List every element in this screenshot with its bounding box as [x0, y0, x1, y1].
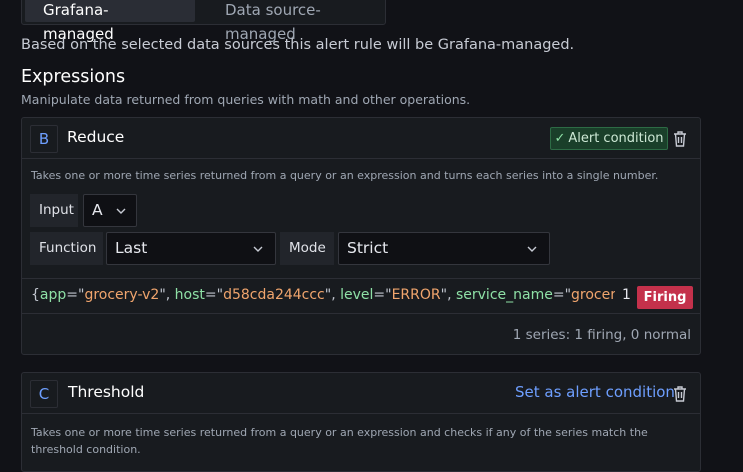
- management-info-text: Based on the selected data sources this …: [21, 37, 575, 53]
- alert-condition-badge: ✓ Alert condition: [550, 127, 668, 150]
- grafana-managed-option[interactable]: Grafana-managed: [25, 0, 195, 43]
- trash-icon[interactable]: [672, 385, 688, 403]
- series-summary: 1 series: 1 firing, 0 normal: [512, 327, 691, 343]
- reduce-expression-card: B Reduce ✓ Alert condition Takes one or m…: [21, 117, 701, 355]
- series-value: 1: [622, 287, 631, 303]
- label-value: grocery-v2: [84, 287, 160, 303]
- threshold-card-header: C Threshold Set as alert condition: [22, 373, 700, 414]
- label-value: ERROR: [391, 287, 441, 303]
- input-select-value: A: [92, 201, 103, 219]
- check-icon: ✓: [554, 131, 566, 146]
- ref-id-badge[interactable]: C: [30, 380, 58, 408]
- threshold-description: Takes one or more time series returned f…: [31, 426, 648, 456]
- mode-select-value: Strict: [347, 239, 389, 257]
- mode-label: Mode: [280, 232, 334, 265]
- label-key: host: [174, 287, 205, 303]
- label-key: level: [340, 287, 374, 303]
- alert-condition-label: Alert condition: [568, 131, 664, 146]
- label-value: d58cda244ccc: [223, 287, 325, 303]
- chevron-down-icon: [116, 208, 126, 214]
- series-labels: {app="grocery-v2", host="d58cda244ccc", …: [31, 287, 615, 303]
- datasource-managed-option[interactable]: Data source-managed: [207, 0, 385, 43]
- reduce-description: Takes one or more time series returned f…: [31, 169, 659, 182]
- reduce-card-title: Reduce: [67, 128, 125, 146]
- chevron-down-icon: [253, 246, 263, 252]
- threshold-expression-card: C Threshold Set as alert condition Takes…: [21, 372, 701, 472]
- input-label: Input: [30, 194, 78, 227]
- label-key: service_name: [455, 287, 553, 303]
- series-result-row: {app="grocery-v2", host="d58cda244ccc", …: [22, 278, 700, 314]
- input-select[interactable]: A: [83, 194, 137, 227]
- set-as-alert-condition-button[interactable]: Set as alert condition: [515, 383, 675, 401]
- label-value: grocery: [571, 287, 615, 303]
- function-select[interactable]: Last: [106, 232, 276, 265]
- ref-id-badge[interactable]: B: [30, 125, 58, 153]
- expressions-title: Expressions: [21, 67, 126, 87]
- trash-icon[interactable]: [672, 130, 688, 148]
- reduce-card-header: B Reduce ✓ Alert condition: [22, 118, 700, 159]
- threshold-card-title: Threshold: [68, 383, 145, 401]
- firing-state-badge: Firing: [637, 286, 693, 309]
- management-toggle: Grafana-managed Data source-managed: [21, 0, 386, 43]
- label-key: app: [39, 287, 67, 303]
- function-select-value: Last: [115, 239, 148, 257]
- mode-select[interactable]: Strict: [338, 232, 550, 265]
- chevron-down-icon: [527, 246, 537, 252]
- expressions-subtitle: Manipulate data returned from queries wi…: [21, 92, 471, 107]
- function-label: Function: [30, 232, 103, 265]
